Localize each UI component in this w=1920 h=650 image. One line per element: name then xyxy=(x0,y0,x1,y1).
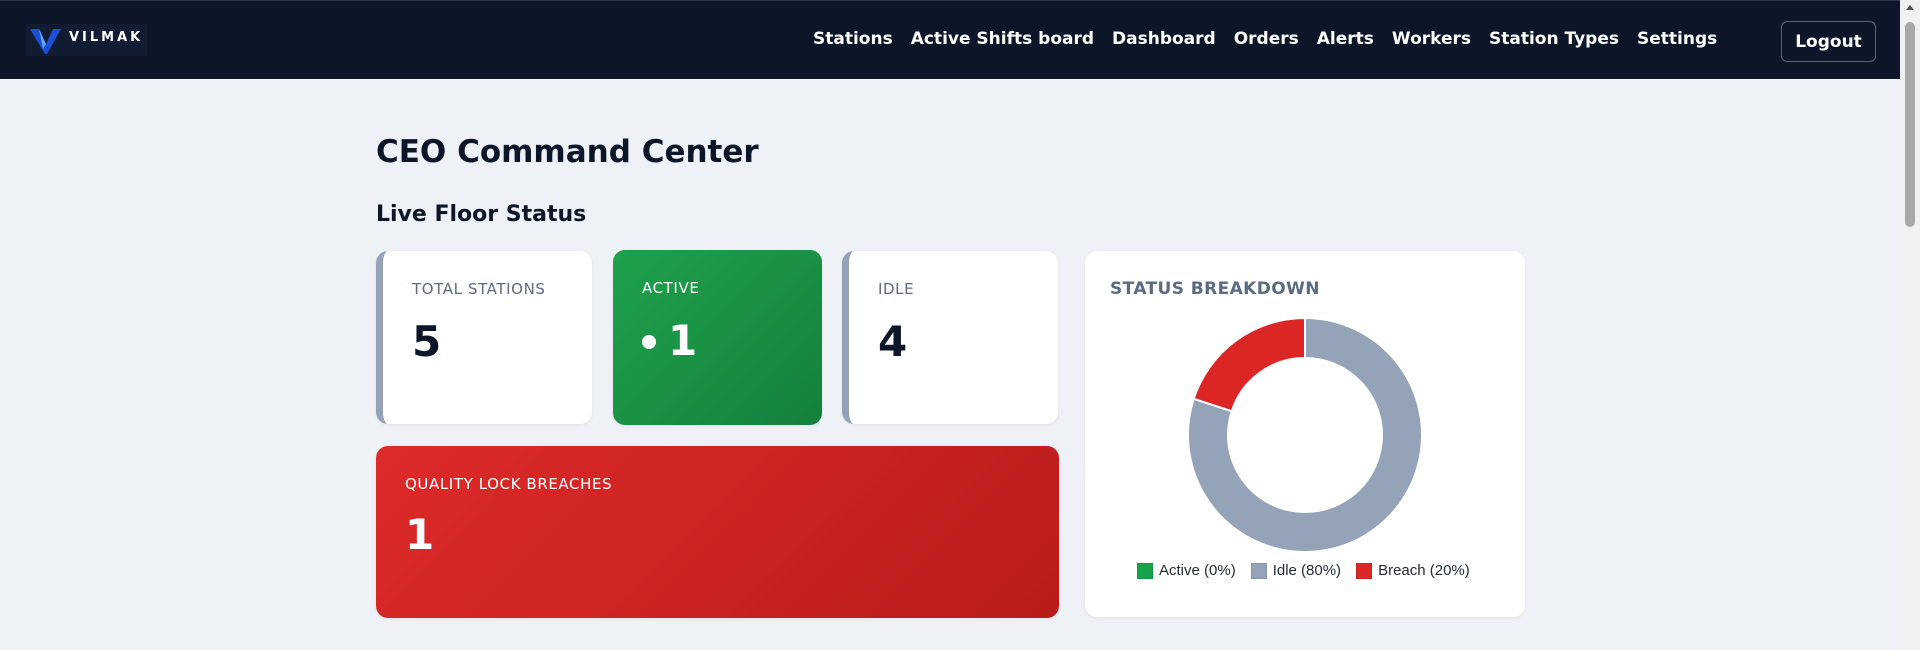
chart-legend: Active (0%) Idle (80%) Breach (20%) xyxy=(1137,562,1470,579)
quality-lock-breaches-card: QUALITY LOCK BREACHES 1 xyxy=(376,446,1059,618)
legend-swatch-breach xyxy=(1356,562,1373,579)
breaches-label: QUALITY LOCK BREACHES xyxy=(405,475,613,493)
scroll-up-arrow-icon[interactable] xyxy=(1906,5,1914,10)
total-stations-value: 5 xyxy=(412,317,442,366)
legend-swatch-idle xyxy=(1250,562,1267,579)
page-title: CEO Command Center xyxy=(376,134,759,170)
vilmak-logo[interactable]: VILMAK xyxy=(26,24,147,56)
legend-item-breach[interactable]: Breach (20%) xyxy=(1356,562,1470,579)
active-dot-icon xyxy=(642,334,656,349)
top-navbar: VILMAK Stations Active Shifts board Dash… xyxy=(0,0,1900,79)
nav-link-alerts[interactable]: Alerts xyxy=(1317,29,1374,49)
nav-link-orders[interactable]: Orders xyxy=(1234,29,1299,49)
active-label: ACTIVE xyxy=(642,279,700,297)
legend-label-idle: Idle (80%) xyxy=(1272,562,1342,579)
legend-label-active: Active (0%) xyxy=(1159,562,1236,579)
nav-link-active-shifts-board[interactable]: Active Shifts board xyxy=(911,29,1094,49)
v-logo-icon xyxy=(30,29,61,54)
nav-link-workers[interactable]: Workers xyxy=(1392,29,1471,49)
legend-swatch-active xyxy=(1137,562,1153,579)
logout-button[interactable]: Logout xyxy=(1781,21,1876,62)
nav-link-settings[interactable]: Settings xyxy=(1637,29,1717,49)
idle-card: IDLE 4 xyxy=(842,251,1058,424)
logo-text: VILMAK xyxy=(69,30,144,45)
breaches-value: 1 xyxy=(405,510,435,559)
legend-item-idle[interactable]: Idle (80%) xyxy=(1250,562,1342,579)
page-scrollbar[interactable] xyxy=(1900,0,1920,650)
main-nav: Stations Active Shifts board Dashboard O… xyxy=(813,29,1717,49)
nav-link-stations[interactable]: Stations xyxy=(813,29,893,49)
scroll-thumb[interactable] xyxy=(1905,22,1915,227)
legend-item-active[interactable]: Active (0%) xyxy=(1137,562,1236,579)
idle-value: 4 xyxy=(878,317,908,366)
active-value: 1 xyxy=(668,316,698,365)
status-breakdown-card: STATUS BREAKDOWN Active (0%) Idle (80%) … xyxy=(1085,251,1525,617)
total-stations-card: TOTAL STATIONS 5 xyxy=(376,251,592,424)
donut-slice-breach[interactable] xyxy=(1192,316,1306,413)
legend-label-breach: Breach (20%) xyxy=(1378,562,1470,579)
idle-label: IDLE xyxy=(878,280,915,298)
total-stations-label: TOTAL STATIONS xyxy=(412,280,546,298)
active-value-wrap: 1 xyxy=(642,316,697,365)
nav-link-dashboard[interactable]: Dashboard xyxy=(1112,29,1216,49)
nav-link-station-types[interactable]: Station Types xyxy=(1489,29,1619,49)
section-title: Live Floor Status xyxy=(376,202,587,227)
active-card: ACTIVE 1 xyxy=(613,250,822,425)
